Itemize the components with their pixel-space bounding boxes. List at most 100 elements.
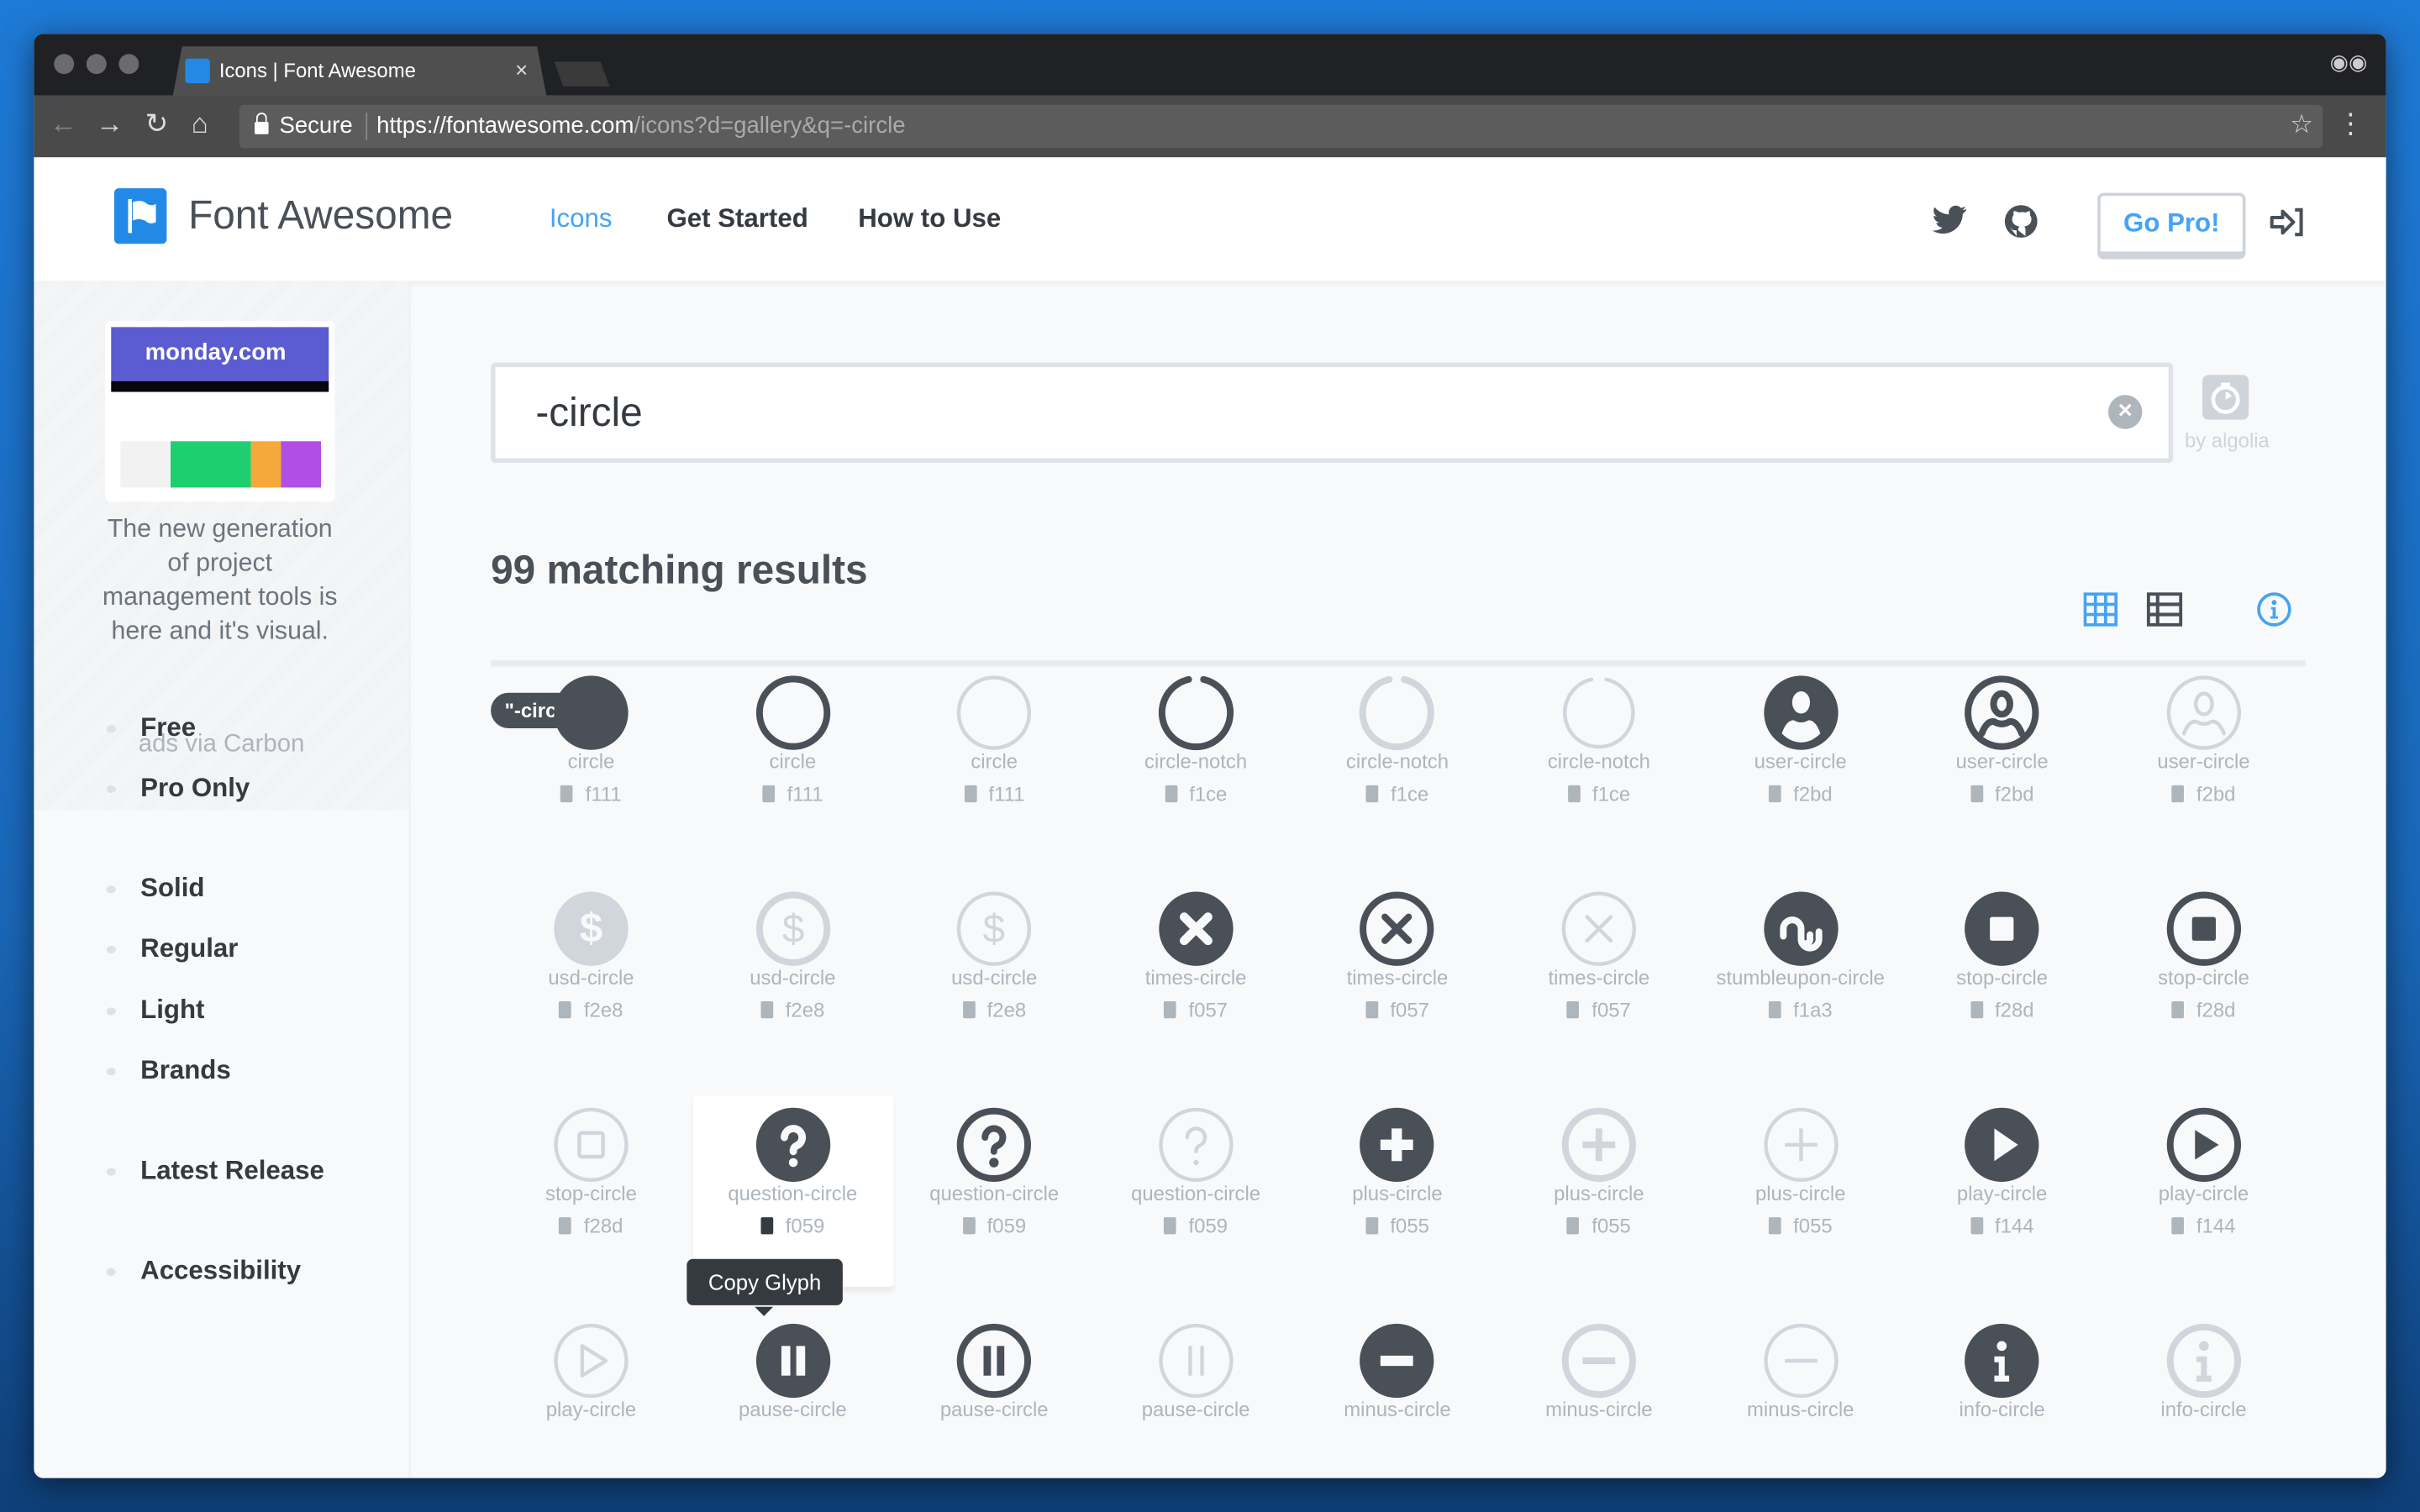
clipboard-icon[interactable] xyxy=(2171,1001,2185,1019)
icon-card-question-circle[interactable]: question-circle f059 xyxy=(1096,1095,1297,1287)
icon-code[interactable]: f1ce xyxy=(1498,782,1699,806)
clipboard-icon[interactable] xyxy=(559,1001,572,1019)
bookmark-star-icon[interactable]: ☆ xyxy=(2290,109,2313,140)
icon-card-minus-circle[interactable]: minus-circle xyxy=(1297,1311,1498,1478)
icon-code[interactable]: f111 xyxy=(692,782,893,806)
clipboard-icon[interactable] xyxy=(1566,1217,1580,1235)
icon-card-usd-circle[interactable]: $ usd-circle f2e8 xyxy=(491,879,692,1071)
icon-card-plus-circle[interactable]: plus-circle f055 xyxy=(1700,1095,1901,1287)
clipboard-icon[interactable] xyxy=(2171,785,2185,803)
icon-card-play-circle[interactable]: play-circle f144 xyxy=(2103,1095,2304,1287)
icon-code[interactable]: f2bd xyxy=(1902,782,2102,806)
icon-card-minus-circle[interactable]: minus-circle xyxy=(1700,1311,1901,1478)
clipboard-icon[interactable] xyxy=(1164,1001,1176,1019)
icon-card-plus-circle[interactable]: plus-circle f055 xyxy=(1297,1095,1498,1287)
icon-code[interactable]: f2e8 xyxy=(491,998,692,1021)
icon-card-circle-notch[interactable]: circle-notch f1ce xyxy=(1498,664,1699,855)
icon-code[interactable]: f1ce xyxy=(1096,782,1297,806)
twitter-icon[interactable] xyxy=(1931,205,1968,236)
icon-card-minus-circle[interactable]: minus-circle xyxy=(1498,1311,1699,1478)
icon-card-circle-notch[interactable]: circle-notch f1ce xyxy=(1096,664,1297,855)
icon-code[interactable]: f055 xyxy=(1700,1215,1901,1237)
icon-card-user-circle[interactable]: user-circle f2bd xyxy=(2103,664,2304,855)
go-pro-button[interactable]: Go Pro! xyxy=(2097,192,2246,260)
clipboard-icon[interactable] xyxy=(560,785,574,803)
icon-code[interactable]: f28d xyxy=(491,1215,692,1237)
list-view-icon[interactable] xyxy=(2146,592,2183,627)
back-icon[interactable]: ← xyxy=(50,108,77,141)
icon-card-times-circle[interactable]: times-circle f057 xyxy=(1498,879,1699,1071)
icon-code[interactable]: f2bd xyxy=(2103,782,2304,806)
icon-code[interactable]: f2e8 xyxy=(894,998,1095,1021)
icon-card-usd-circle[interactable]: $ usd-circle f2e8 xyxy=(894,879,1095,1071)
search-input[interactable] xyxy=(532,382,2082,442)
clipboard-icon[interactable] xyxy=(1566,1001,1580,1019)
clipboard-icon[interactable] xyxy=(962,1001,975,1019)
icon-card-info-circle[interactable]: info-circle xyxy=(1902,1311,2102,1478)
icon-card-circle[interactable]: circle f111 xyxy=(692,664,893,855)
nav-get-started[interactable]: Get Started xyxy=(666,203,808,234)
info-icon[interactable] xyxy=(2256,591,2291,627)
clipboard-icon[interactable] xyxy=(1365,1217,1378,1235)
icon-card-info-circle[interactable]: info-circle xyxy=(2103,1311,2304,1478)
clipboard-icon[interactable] xyxy=(760,1001,774,1019)
icon-code[interactable]: f057 xyxy=(1297,998,1498,1021)
clipboard-icon[interactable] xyxy=(2171,1217,2185,1235)
clipboard-icon[interactable] xyxy=(1164,1217,1176,1235)
icon-card-circle[interactable]: circle f111 xyxy=(491,664,692,855)
menu-icon[interactable]: ⋮ xyxy=(2337,108,2365,141)
icon-code[interactable]: f057 xyxy=(1498,998,1699,1021)
ad-image[interactable]: monday.com xyxy=(104,321,335,501)
icon-card-times-circle[interactable]: times-circle f057 xyxy=(1096,879,1297,1071)
grid-view-icon[interactable] xyxy=(2083,592,2118,627)
minimize-window-button[interactable] xyxy=(86,54,107,75)
clipboard-icon[interactable] xyxy=(1970,785,1983,803)
icon-card-question-circle[interactable]: question-circle f059 xyxy=(692,1095,893,1287)
forward-icon[interactable]: → xyxy=(96,108,124,141)
icon-card-play-circle[interactable]: play-circle f144 xyxy=(1902,1095,2102,1287)
icon-code[interactable]: f1a3 xyxy=(1700,998,1901,1021)
icon-code[interactable]: f059 xyxy=(894,1215,1095,1237)
maximize-window-button[interactable] xyxy=(118,54,139,75)
brand-name[interactable]: Font Awesome xyxy=(188,192,453,239)
icon-code[interactable]: f144 xyxy=(1902,1215,2102,1237)
icon-card-pause-circle[interactable]: pause-circle xyxy=(1096,1311,1297,1478)
icon-code[interactable]: f111 xyxy=(491,782,692,806)
icon-code[interactable]: f28d xyxy=(1902,998,2102,1021)
clipboard-icon[interactable] xyxy=(1365,785,1379,803)
nav-icons[interactable]: Icons xyxy=(550,203,613,234)
by-algolia-label[interactable]: by algolia xyxy=(2169,429,2286,453)
clipboard-icon[interactable] xyxy=(760,1217,774,1235)
icon-card-stumbleupon-circle[interactable]: stumbleupon-circle f1a3 xyxy=(1700,879,1901,1071)
icon-code[interactable]: f055 xyxy=(1297,1215,1498,1237)
icon-code[interactable]: f1ce xyxy=(1297,782,1498,806)
font-awesome-logo-icon[interactable] xyxy=(113,188,167,244)
new-tab-button[interactable] xyxy=(554,61,610,87)
icon-code[interactable]: f055 xyxy=(1498,1215,1699,1237)
icon-card-pause-circle[interactable]: pause-circle xyxy=(894,1311,1095,1478)
icon-card-stop-circle[interactable]: stop-circle f28d xyxy=(1902,879,2102,1071)
close-window-button[interactable] xyxy=(54,54,75,75)
icon-card-question-circle[interactable]: question-circle f059 xyxy=(894,1095,1095,1287)
home-icon[interactable]: ⌂ xyxy=(192,108,208,141)
clipboard-icon[interactable] xyxy=(1768,1001,1781,1019)
icon-card-stop-circle[interactable]: stop-circle f28d xyxy=(491,1095,692,1287)
clipboard-icon[interactable] xyxy=(1970,1217,1983,1235)
icon-code[interactable]: f28d xyxy=(2103,998,2304,1021)
icon-card-play-circle[interactable]: play-circle xyxy=(491,1311,692,1478)
clipboard-icon[interactable] xyxy=(1970,1001,1983,1019)
icon-card-stop-circle[interactable]: stop-circle f28d xyxy=(2103,879,2304,1071)
clipboard-icon[interactable] xyxy=(559,1217,572,1235)
close-tab-icon[interactable]: × xyxy=(515,57,528,81)
icon-card-times-circle[interactable]: times-circle f057 xyxy=(1297,879,1498,1071)
clipboard-icon[interactable] xyxy=(962,1217,975,1235)
icon-card-circle-notch[interactable]: circle-notch f1ce xyxy=(1297,664,1498,855)
icon-code[interactable]: f057 xyxy=(1096,998,1297,1021)
clipboard-icon[interactable] xyxy=(1567,785,1581,803)
icon-card-user-circle[interactable]: user-circle f2bd xyxy=(1700,664,1901,855)
github-icon[interactable] xyxy=(2003,203,2039,239)
icon-code[interactable]: f111 xyxy=(894,782,1095,806)
clipboard-icon[interactable] xyxy=(1164,785,1177,803)
icon-card-circle[interactable]: circle f111 xyxy=(894,664,1095,855)
clipboard-icon[interactable] xyxy=(1768,1217,1781,1235)
